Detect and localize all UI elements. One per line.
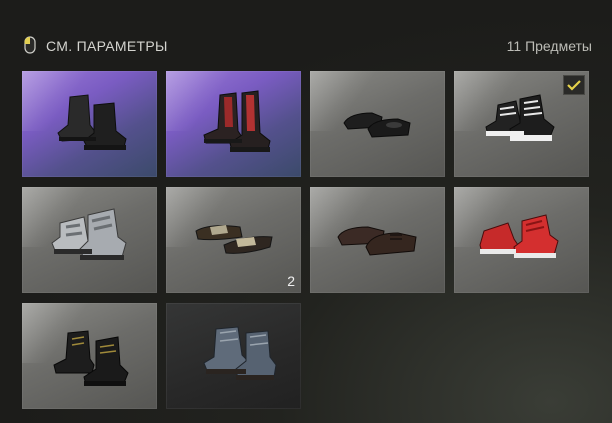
inventory-slot-white-camo-sneakers[interactable] <box>22 187 157 293</box>
boots-icon <box>203 90 271 152</box>
sneakers-icon <box>51 208 127 260</box>
inventory-slot-blue-worn-boots[interactable] <box>166 303 301 409</box>
inventory-slot-sandals[interactable]: 2 <box>166 187 301 293</box>
boots-icon <box>53 330 129 386</box>
inventory-slot-red-sneakers[interactable] <box>454 187 589 293</box>
inventory-slot-black-white-sneakers[interactable] <box>454 71 589 177</box>
shoes-icon <box>337 226 417 256</box>
checkmark-icon <box>567 80 581 91</box>
equipped-checkbox[interactable] <box>563 75 585 95</box>
item-quantity: 2 <box>287 273 295 289</box>
inventory-slot-brown-dress-shoes[interactable] <box>310 187 445 293</box>
sandals-icon <box>195 225 273 254</box>
inventory-slot-black-work-boots[interactable] <box>22 303 157 409</box>
section-title: СМ. ПАРАМЕТРЫ <box>46 38 168 54</box>
inventory-header: СМ. ПАРАМЕТРЫ 11 Предметы <box>22 36 592 58</box>
boots-icon <box>57 94 127 150</box>
inventory-slot-black-combat-boots[interactable] <box>22 71 157 177</box>
mouse-icon <box>24 36 36 54</box>
inventory-slot-black-red-laced-boots[interactable] <box>166 71 301 177</box>
inventory-slot-black-slip-on-shoes[interactable] <box>310 71 445 177</box>
boots-icon <box>203 326 277 380</box>
shoes-icon <box>343 112 411 138</box>
item-count: 11 Предметы <box>506 38 592 54</box>
sneakers-icon <box>479 214 559 258</box>
